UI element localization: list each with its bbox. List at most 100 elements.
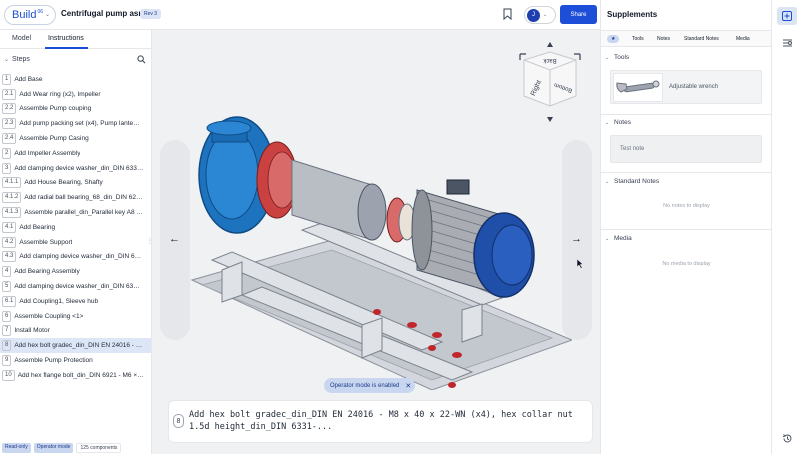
step-item[interactable]: 2 Add Impeller Assembly: [0, 146, 151, 161]
instructions-panel: Model Instructions ⌄ Steps 1 Add Base 2.1 A…: [0, 30, 153, 454]
step-number: 2.3: [2, 118, 17, 130]
step-number: 4.1.3: [2, 207, 22, 219]
cube-face-top: Back: [542, 57, 556, 63]
arrow-left-icon[interactable]: ←: [169, 233, 180, 245]
properties-button[interactable]: [777, 34, 797, 52]
step-label: Add Wear ring (x2), Impeller: [19, 90, 101, 98]
step-number: 4.1: [2, 221, 17, 233]
steps-header[interactable]: ⌄ Steps: [0, 49, 151, 71]
rotate-up-icon: [547, 42, 553, 47]
step-number: 8: [2, 340, 12, 352]
tool-item[interactable]: Adjustable wrench: [610, 70, 762, 104]
filter-notes-chip[interactable]: Notes: [653, 35, 674, 43]
step-item[interactable]: 4.3 Add clamping device washer_din_DIN 6…: [0, 250, 151, 265]
sliders-icon: [782, 39, 792, 47]
revision-badge[interactable]: Rev 3: [140, 9, 162, 19]
step-item[interactable]: 3 Add clamping device washer_din_DIN 633…: [0, 161, 151, 176]
wrench-icon: [616, 80, 660, 93]
step-item[interactable]: 4.1.3 Assemble parallel_din_Parallel key …: [0, 205, 151, 220]
filter-tools-chip[interactable]: Tools: [628, 35, 648, 43]
operator-mode-badge: Operator mode: [33, 443, 74, 453]
step-item[interactable]: 8 Add hex bolt gradec_din_DIN EN 24016 - …: [0, 338, 151, 354]
step-item[interactable]: 2.4 Assemble Pump Casing: [0, 131, 151, 146]
filter-all-chip[interactable]: ★: [607, 35, 620, 43]
chevron-down-icon[interactable]: ⌄: [605, 179, 609, 185]
step-label: Add Bearing Assembly: [14, 268, 80, 276]
step-label: Assemble Coupling <1>: [14, 312, 84, 320]
step-item[interactable]: 10 Add hex flange bolt_din_DIN 6921 - M6 …: [0, 368, 151, 383]
step-item[interactable]: 5 Add clamping device washer_din_DIN 63…: [0, 279, 151, 294]
step-label: Add hex bolt gradec_din_DIN EN 24016 - …: [14, 342, 143, 350]
view-cube[interactable]: Back Right Bottom: [514, 40, 586, 124]
step-label: Assemble parallel_din_Parallel key A8 …: [24, 209, 143, 217]
step-number: 4.2: [2, 236, 17, 248]
wrench-image: [613, 73, 663, 102]
step-item[interactable]: 2.1 Add Wear ring (x2), Impeller: [0, 87, 151, 102]
step-item[interactable]: 1 Add Base: [0, 72, 151, 87]
supplement-filters: ★ Tools Notes Standard Notes Media: [601, 30, 772, 47]
component-count-badge: 125 components: [76, 443, 122, 453]
step-number: 2: [2, 147, 12, 159]
step-item[interactable]: 4.1 Add Bearing: [0, 220, 151, 235]
step-item[interactable]: 4.1.1 Add House Bearing, Shafty: [0, 176, 151, 191]
divider: [601, 229, 772, 230]
step-item[interactable]: 4.1.2 Add radial ball bearing_68_din_DIN …: [0, 190, 151, 205]
user-menu[interactable]: J ⌄: [524, 6, 556, 24]
tab-instructions[interactable]: Instructions: [48, 35, 84, 42]
chevron-down-icon[interactable]: ⌄: [605, 120, 609, 126]
build-menu-button[interactable]: Build 06 ⌄: [4, 5, 56, 25]
chevron-down-icon[interactable]: ⌄: [605, 55, 609, 61]
step-number: 4.3: [2, 251, 17, 263]
build-label: Build: [12, 9, 37, 21]
step-item[interactable]: 2.3 Add pump packing set (x4), Pump lante…: [0, 116, 151, 131]
supplements-panel: Supplements ★ Tools Notes Standard Notes…: [600, 0, 772, 454]
step-label: Add clamping device washer_din_DIN 633…: [14, 164, 144, 172]
step-number: 4.1.1: [2, 177, 22, 189]
step-item[interactable]: 2.2 Assemble Pump couping: [0, 102, 151, 117]
step-item[interactable]: 9 Assemble Pump Protection: [0, 353, 151, 368]
tab-model[interactable]: Model: [12, 35, 31, 42]
history-button[interactable]: [777, 429, 797, 447]
close-icon[interactable]: ✕: [405, 382, 411, 390]
step-item[interactable]: 4.2 Assemble Support: [0, 235, 151, 250]
step-item[interactable]: 6 Assemble Coupling <1>: [0, 309, 151, 324]
step-number: 3: [2, 162, 12, 174]
step-number: 7: [2, 325, 12, 337]
bookmark-icon[interactable]: [503, 8, 512, 20]
operator-mode-chip: Operator mode is enabled ✕: [324, 378, 416, 393]
section-notes-title: Notes: [614, 119, 631, 126]
chevron-down-icon[interactable]: ⌄: [605, 236, 609, 242]
share-button[interactable]: Share: [560, 5, 597, 24]
filter-standard-notes-chip[interactable]: Standard Notes: [680, 35, 723, 43]
top-header: Build 06 ⌄ Centrifugal pump asm Rev 3 J …: [0, 0, 600, 30]
section-tools-header[interactable]: ⌄ Tools: [601, 53, 772, 65]
mouse-cursor-icon: [577, 259, 584, 269]
step-item[interactable]: 6.1 Add Coupling1, Sleeve hub: [0, 294, 151, 309]
note-text: Test note: [620, 146, 645, 152]
section-media-header[interactable]: ⌄ Media: [601, 234, 772, 246]
build-version: 06: [37, 9, 44, 15]
empty-standard-notes: No notes to display: [663, 203, 710, 209]
step-item[interactable]: 7 Install Motor: [0, 324, 151, 339]
step-item[interactable]: 4 Add Bearing Assembly: [0, 264, 151, 279]
step-number-badge: 8: [173, 414, 184, 428]
step-label: Add Bearing: [19, 223, 56, 231]
arrow-right-icon[interactable]: →: [571, 233, 582, 245]
search-icon[interactable]: [137, 55, 146, 64]
chevron-down-icon[interactable]: ⌄: [4, 56, 9, 63]
section-notes-header[interactable]: ⌄ Notes: [601, 118, 772, 130]
step-label: Add clamping device washer_din_DIN 6…: [19, 253, 142, 261]
filter-media-chip[interactable]: Media: [732, 35, 754, 43]
right-toolbar: [771, 0, 800, 454]
plus-square-icon: [782, 11, 792, 21]
supplements-toggle-button[interactable]: [777, 7, 797, 25]
section-media-title: Media: [614, 235, 632, 242]
note-item[interactable]: Test note: [610, 135, 762, 163]
pump-assembly-model[interactable]: [182, 80, 572, 390]
rotate-down-icon: [547, 117, 553, 122]
step-label: Assemble Support: [19, 238, 73, 246]
avatar: J: [527, 8, 540, 22]
3d-viewport[interactable]: ← → Back Right Bottom Operator mode is e…: [152, 30, 600, 454]
divider: [601, 172, 772, 173]
section-standard-notes-header[interactable]: ⌄ Standard Notes: [601, 177, 772, 189]
